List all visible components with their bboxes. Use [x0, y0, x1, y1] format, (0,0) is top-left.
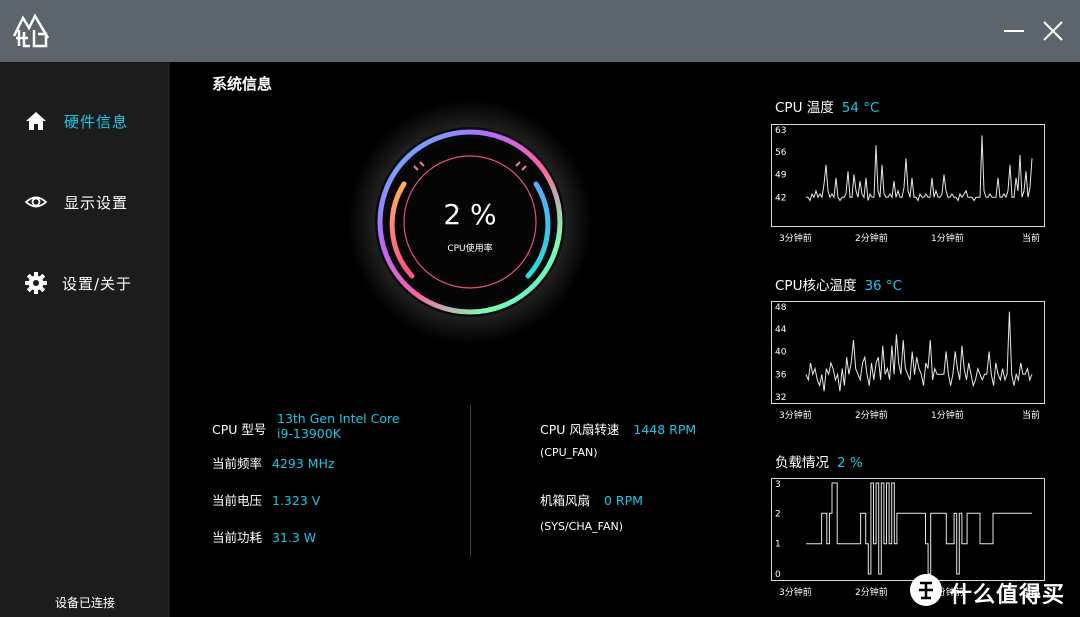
voltage-key: 当前电压: [212, 493, 263, 508]
sidebar-item-label: 设置/关于: [62, 275, 133, 293]
x-tick-label: 1分钟前: [931, 411, 964, 421]
x-tick-label: 1分钟前: [931, 234, 964, 244]
series-line: [806, 135, 1033, 202]
y-tick-label: 44: [775, 325, 787, 335]
load-label: 负载情况: [775, 455, 829, 471]
core-temp-chart: 48 44 40 36 32: [771, 301, 1045, 404]
load-title: 负载情况 2 %: [775, 451, 863, 471]
y-tick-label: 63: [775, 126, 786, 136]
watermark-logo-icon: [910, 574, 942, 606]
eye-icon: [24, 196, 48, 208]
chart-plot: 48 44 40 36 32: [775, 303, 1033, 403]
frequency-key: 当前频率: [212, 456, 263, 471]
x-tick-label: 2分钟前: [855, 411, 888, 421]
cpu-temp-label: CPU 温度: [775, 100, 834, 116]
cpu-usage-value: 2 %: [443, 198, 497, 231]
y-tick-label: 2: [775, 509, 781, 519]
x-tick-label: 当前: [1022, 411, 1041, 421]
voltage-row: 当前电压 1.323 V: [212, 490, 320, 509]
cpu-model-line1: 13th Gen Intel Core: [277, 411, 400, 426]
x-tick-label: 3分钟前: [779, 234, 812, 244]
close-button[interactable]: [1042, 20, 1064, 42]
case-fan-row: 机箱风扇 0 RPM: [540, 490, 643, 509]
mountain-logo-icon: [12, 13, 50, 48]
voltage-value: 1.323 V: [272, 493, 321, 508]
minimize-button[interactable]: [1004, 24, 1026, 38]
case-fan-sub: (SYS/CHA_FAN): [540, 520, 624, 533]
x-tick-label: 3分钟前: [779, 411, 812, 421]
x-tick-label: 2分钟前: [855, 588, 888, 598]
cpu-model-key: CPU 型号: [212, 422, 267, 437]
info-divider: [470, 405, 471, 557]
cpu-usage-label: CPU使用率: [447, 244, 493, 254]
sidebar: 硬件信息 显示设置 设置/关于 设备已连接: [0, 62, 170, 617]
y-tick-label: 42: [775, 193, 786, 203]
cpu-temp-title: CPU 温度 54 °C: [775, 96, 879, 116]
cpu-model-line2: i9-13900K: [277, 426, 341, 441]
y-tick-label: 56: [775, 148, 787, 158]
cpu-fan-row: CPU 风扇转速 1448 RPM: [540, 419, 696, 438]
frequency-row: 当前频率 4293 MHz: [212, 453, 335, 472]
series-line: [805, 311, 1033, 392]
power-row: 当前功耗 31.3 W: [212, 527, 316, 546]
case-fan-key: 机箱风扇: [540, 493, 591, 508]
sidebar-item-display-settings[interactable]: 显示设置: [0, 180, 170, 224]
x-tick-label: 当前: [1022, 234, 1041, 244]
cpu-fan-sub: (CPU_FAN): [540, 446, 598, 459]
watermark-text: 什么值得买: [950, 583, 1066, 608]
y-tick-label: 1: [775, 540, 781, 550]
load-value: 2 %: [837, 455, 863, 471]
chart-plot: 63 56 49 42: [775, 126, 1033, 203]
y-tick-label: 32: [775, 393, 786, 403]
sidebar-item-label: 显示设置: [64, 194, 129, 212]
y-tick-label: 40: [775, 348, 787, 358]
core-temp-value: 36 °C: [864, 278, 903, 294]
load-chart: 3 2 1 0: [771, 478, 1045, 581]
case-fan-value: 0 RPM: [604, 493, 643, 508]
y-tick-label: 48: [775, 303, 787, 313]
y-tick-label: 3: [775, 480, 781, 490]
cpu-fan-value: 1448 RPM: [633, 422, 697, 437]
y-tick-label: 49: [775, 171, 787, 181]
power-key: 当前功耗: [212, 530, 263, 545]
chart-plot: 3 2 1 0: [775, 480, 1032, 580]
title-bar: [0, 0, 1080, 62]
home-icon: [26, 112, 46, 130]
sidebar-item-settings-about[interactable]: 设置/关于: [0, 261, 170, 305]
page-title: 系统信息: [212, 75, 273, 93]
core-temp-title: CPU核心温度 36 °C: [775, 274, 902, 294]
sidebar-item-label: 硬件信息: [64, 113, 129, 131]
x-tick-label: 2分钟前: [855, 234, 888, 244]
cpu-model-row: CPU 型号: [212, 419, 266, 438]
sidebar-item-hardware-info[interactable]: 硬件信息: [0, 99, 170, 143]
y-tick-label: 0: [775, 570, 781, 580]
core-temp-label: CPU核心温度: [775, 278, 857, 294]
cpu-model-value: 13th Gen Intel Core i9-13900K: [277, 411, 400, 441]
gear-icon: [25, 272, 47, 294]
cpu-temp-value: 54 °C: [841, 100, 880, 116]
connection-status: 设备已连接: [54, 596, 115, 610]
series-line: [806, 482, 1032, 575]
y-tick-label: 36: [775, 370, 787, 380]
cpu-temp-chart: 63 56 49 42: [771, 124, 1045, 227]
power-value: 31.3 W: [272, 530, 317, 545]
x-tick-label: 3分钟前: [779, 588, 812, 598]
cpu-fan-key: CPU 风扇转速: [540, 422, 620, 437]
frequency-value: 4293 MHz: [272, 456, 335, 471]
